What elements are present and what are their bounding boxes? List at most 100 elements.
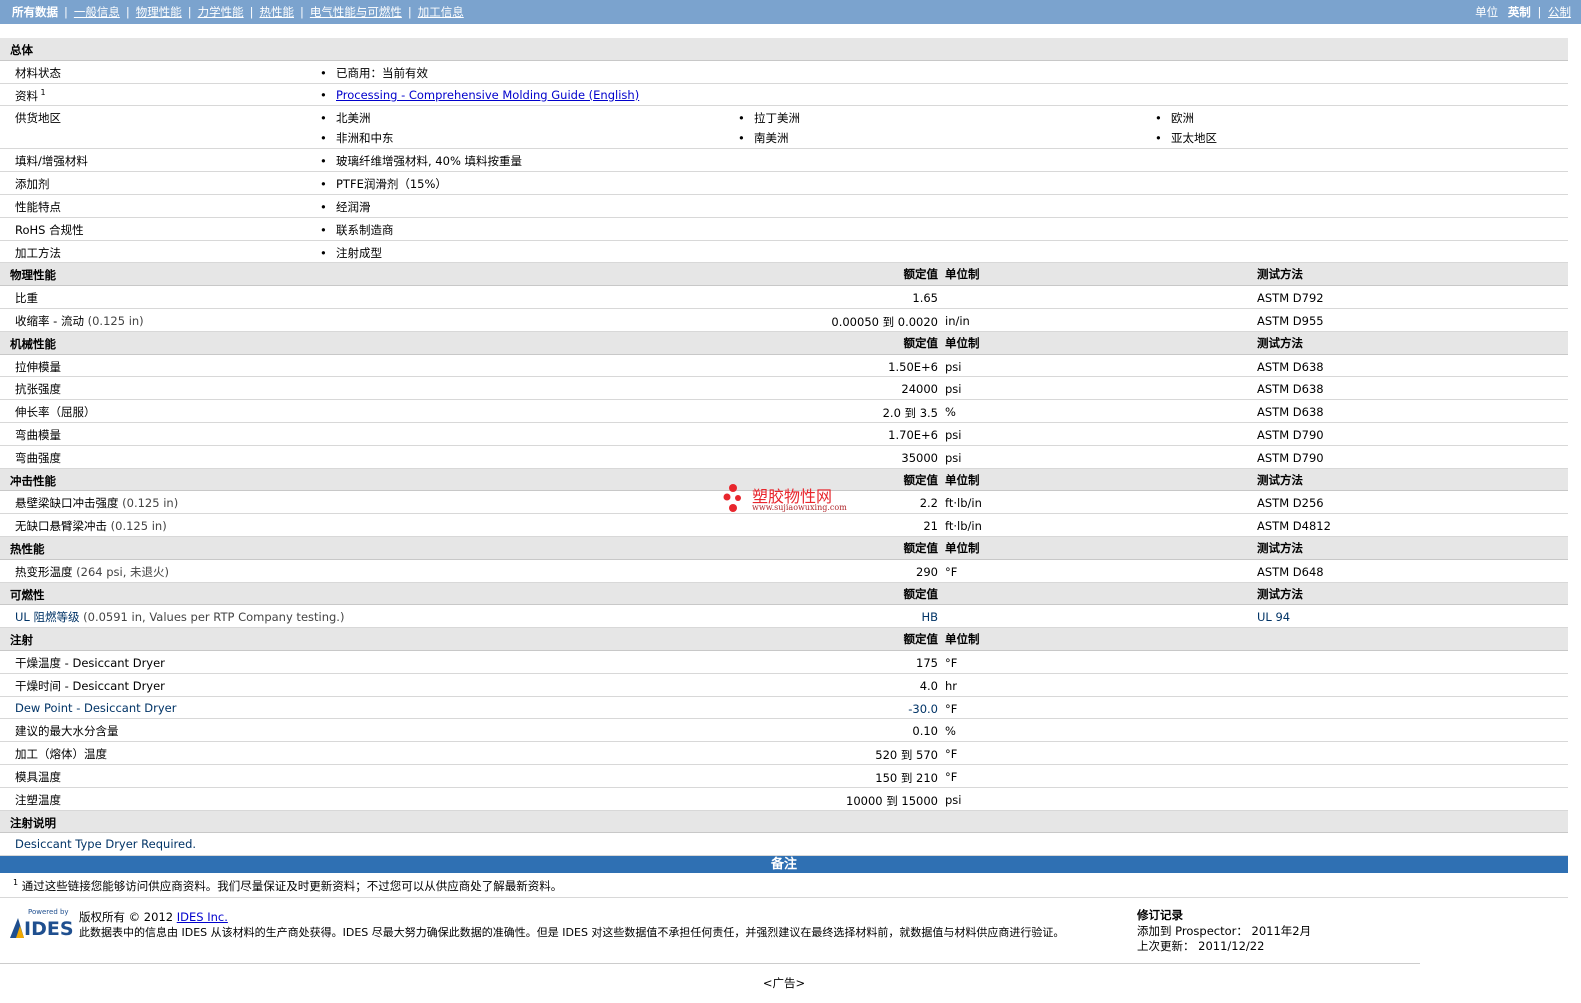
row-value: 玻璃纤维增强材料, 40% 填料按重量 — [336, 154, 523, 169]
property-row: 收缩率 - 流动 (0.125 in) 0.00050 到 0.0020 in/in… — [0, 309, 1568, 332]
property-method: ASTM D790 — [1257, 427, 1324, 442]
value-item: • PTFE润滑剂（15%） — [320, 176, 447, 192]
bullet-icon: • — [738, 131, 745, 146]
nav-tab-1[interactable]: 一般信息 — [74, 5, 120, 19]
row-label: 添加剂 — [15, 177, 50, 192]
property-method: ASTM D4812 — [1257, 519, 1331, 534]
general-row: RoHS 合规性 • 联系制造商 — [0, 218, 1568, 241]
property-row: 抗张强度 24000 psi ASTM D638 — [0, 377, 1568, 401]
property-unit: ft·lb/in — [945, 496, 982, 511]
value-item: • 玻璃纤维增强材料, 40% 填料按重量 — [320, 153, 522, 169]
general-info-rows: 材料状态 • 已商用：当前有效 资料 1 • Processing - Comprehen… — [0, 61, 1568, 264]
value-item: • 联系制造商 — [320, 222, 394, 238]
nav-separator: | — [64, 5, 68, 19]
property-value: 520 到 570 — [875, 748, 938, 763]
col-header-value: 额定值 — [903, 335, 939, 350]
region-item: • 拉丁美洲 — [738, 110, 800, 126]
nav-tab-3[interactable]: 力学性能 — [198, 5, 244, 19]
nav-separator: | — [300, 5, 304, 19]
general-row: 添加剂 • PTFE润滑剂（15%） — [0, 172, 1568, 195]
property-unit: °F — [945, 655, 958, 670]
watermark-dots-icon — [723, 484, 741, 512]
property-row: 注塑温度 10000 到 15000 psi — [0, 788, 1568, 811]
section-title: 机械性能 — [10, 336, 56, 351]
property-unit: % — [945, 405, 956, 420]
nav-tab-0[interactable]: 所有数据 — [12, 5, 58, 19]
property-value: 24000 — [901, 382, 938, 397]
property-label: 注塑温度 — [15, 792, 61, 807]
col-header-method: 测试方法 — [1257, 586, 1303, 601]
col-header-unit: 单位制 — [945, 472, 980, 487]
property-value: 35000 — [901, 450, 938, 465]
property-value: 2.2 — [919, 496, 938, 511]
col-header-method: 测试方法 — [1257, 267, 1303, 282]
section-header-injection-notes: 注射说明 — [0, 810, 1568, 834]
property-unit: psi — [945, 792, 962, 807]
row-label: 性能特点 — [15, 199, 61, 214]
nav-tab-6[interactable]: 加工信息 — [418, 5, 464, 19]
col-header-unit: 单位制 — [945, 540, 980, 555]
property-row: 热变形温度 (264 psi, 未退火) 290 °F ASTM D648 — [0, 560, 1568, 583]
property-row: 加工（熔体）温度 520 到 570 °F — [0, 742, 1568, 765]
property-row: 模具温度 150 到 210 °F — [0, 765, 1568, 788]
row-label: 填料/增强材料 — [15, 154, 88, 169]
section-title: 注射说明 — [10, 815, 56, 830]
property-value: 290 — [916, 564, 938, 579]
property-label: 模具温度 — [15, 769, 61, 784]
region-name: 欧洲 — [1171, 111, 1194, 126]
bullet-icon: • — [320, 177, 327, 192]
property-value: 4.0 — [919, 678, 938, 693]
processing-guide-link[interactable]: Processing - Comprehensive Molding Guide… — [336, 88, 639, 102]
footer: Powered by IDES 版权所有 © 2012 IDES Inc. 此数… — [0, 900, 1420, 964]
property-unit: psi — [945, 382, 962, 397]
property-label: 收缩率 - 流动 (0.125 in) — [15, 313, 144, 328]
property-row: 建议的最大水分含量 0.10% — [0, 719, 1568, 743]
property-row: 比重 1.65 ASTM D792 — [0, 286, 1568, 309]
nav-tab-4[interactable]: 热性能 — [260, 5, 295, 19]
unit-imperial[interactable]: 英制 — [1508, 5, 1531, 19]
property-unit: psi — [945, 359, 962, 374]
col-header-unit: 单位制 — [945, 267, 980, 282]
top-nav-bar: 所有数据 | 一般信息 | 物理性能 | 力学性能 | 热性能 | 电气性能与可燃性 | 加工信息 单位… — [0, 0, 1581, 24]
row-value: PTFE润滑剂（15%） — [336, 177, 447, 192]
property-value: 0.10 — [912, 724, 938, 739]
ides-link[interactable]: IDES Inc. — [177, 910, 228, 924]
property-value: 10000 到 15000 — [846, 793, 938, 808]
col-header-value: 额定值 — [903, 540, 939, 555]
property-label: 伸长率（屈服） — [15, 405, 96, 420]
property-value: 0.00050 到 0.0020 — [831, 314, 938, 329]
bullet-icon: • — [320, 222, 327, 237]
link-item: • Processing - Comprehensive Molding Guid… — [320, 88, 639, 102]
unit-metric-link[interactable]: 公制 — [1548, 5, 1571, 19]
bullet-icon: • — [320, 131, 327, 146]
property-method: ASTM D792 — [1257, 291, 1324, 306]
revision-updated: 上次更新： 2011/12/22 — [1137, 939, 1265, 953]
property-method: ASTM D638 — [1257, 359, 1324, 374]
region-name: 南美洲 — [754, 131, 789, 146]
property-label: 干燥时间 - Desiccant Dryer — [15, 678, 165, 693]
bullet-icon: • — [320, 87, 327, 102]
property-unit: °F — [945, 564, 958, 579]
property-condition: (0.125 in) — [118, 496, 179, 511]
property-row: 拉伸模量 1.50E+6 psi ASTM D638 — [0, 355, 1568, 378]
bullet-icon: • — [320, 199, 327, 214]
watermark-url: www.sujiaowuxing.com — [752, 503, 847, 512]
region-item: • 非洲和中东 — [320, 130, 394, 146]
nav-tabs: 所有数据 | 一般信息 | 物理性能 | 力学性能 | 热性能 | 电气性能与可燃性 | 加工信息 — [12, 4, 464, 20]
region-item: • 欧洲 — [1155, 110, 1194, 126]
property-label: 建议的最大水分含量 — [15, 724, 119, 739]
property-row: 弯曲强度 35000 psi ASTM D790 — [0, 446, 1568, 469]
property-label: 比重 — [15, 291, 38, 306]
col-header-unit: 单位制 — [945, 335, 980, 350]
section-header: 注射 额定值 单位制 — [0, 628, 1568, 651]
nav-tab-5[interactable]: 电气性能与可燃性 — [310, 5, 402, 19]
section-header: 物理性能 额定值 单位制 测试方法 — [0, 263, 1568, 287]
nav-tab-2[interactable]: 物理性能 — [136, 5, 182, 19]
unit-label: 单位 — [1475, 5, 1499, 19]
injection-notes-row: Desiccant Type Dryer Required. — [0, 833, 1568, 857]
section-header: 可燃性 额定值 测试方法 — [0, 582, 1568, 606]
property-unit: ft·lb/in — [945, 519, 982, 534]
property-unit: °F — [945, 701, 958, 716]
value-item: • 注射成型 — [320, 245, 382, 261]
property-unit: hr — [945, 678, 958, 693]
